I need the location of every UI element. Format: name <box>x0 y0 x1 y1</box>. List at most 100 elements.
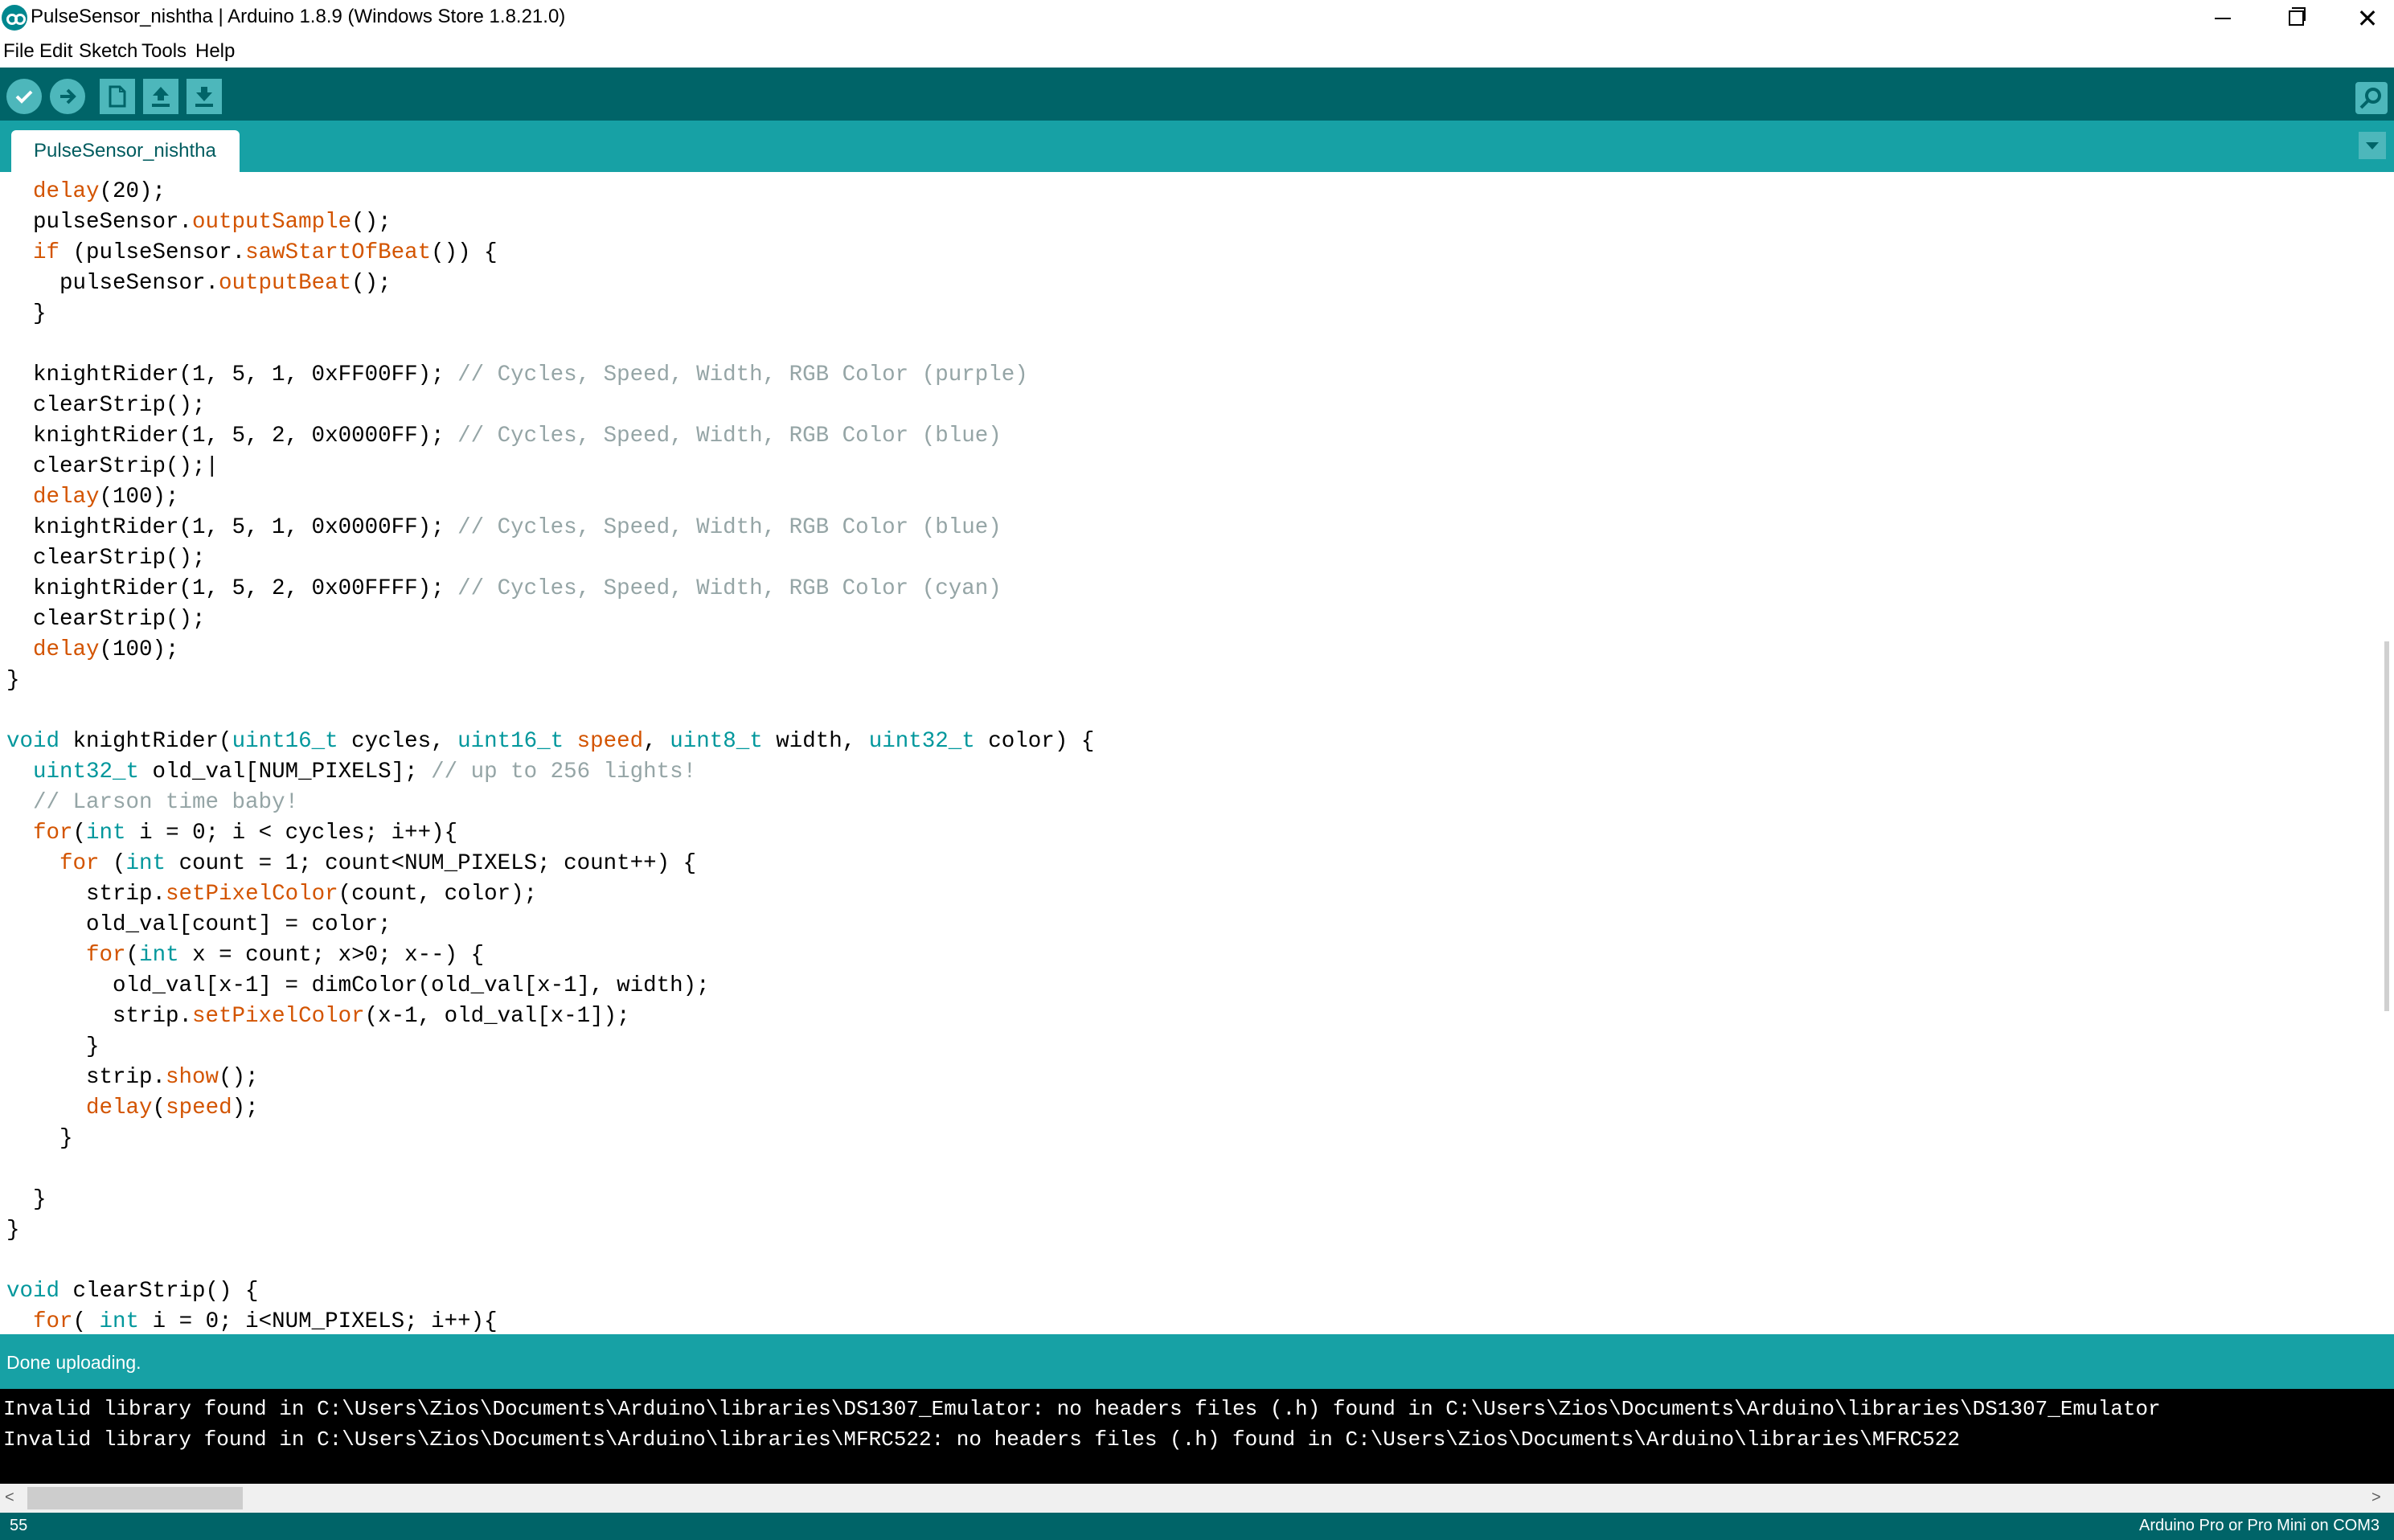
scroll-right-icon[interactable]: > <box>2371 1489 2381 1507</box>
code-token: count = 1; count<NUM_PIXELS; count++) { <box>166 851 697 876</box>
code-line[interactable]: for(int i = 0; i < cycles; i++){ <box>6 818 1094 849</box>
code-line[interactable]: knightRider(1, 5, 1, 0x0000FF); // Cycle… <box>6 513 1094 543</box>
code-token: void <box>6 729 60 754</box>
console-horizontal-scrollbar[interactable]: < > <box>0 1484 2394 1513</box>
code-token: (20); <box>99 179 166 204</box>
code-token: old_val[NUM_PIXELS]; <box>139 760 432 784</box>
upload-button[interactable] <box>50 79 85 114</box>
verify-button[interactable] <box>6 79 42 114</box>
code-line[interactable] <box>6 330 1094 360</box>
code-token: setPixelColor <box>192 1004 365 1029</box>
code-token: delay <box>33 485 100 510</box>
code-token: for <box>33 1309 73 1334</box>
code-token: , <box>643 729 670 754</box>
save-button[interactable] <box>187 79 222 114</box>
scroll-left-icon[interactable]: < <box>5 1489 14 1507</box>
code-line[interactable]: knightRider(1, 5, 2, 0x0000FF); // Cycle… <box>6 421 1094 452</box>
code-line[interactable]: clearStrip();| <box>6 452 1094 482</box>
status-bar: Done uploading. <box>0 1334 2394 1389</box>
code-token: sawStartOfBeat <box>245 240 432 265</box>
code-line[interactable]: pulseSensor.outputBeat(); <box>6 268 1094 299</box>
code-token: // Cycles, Speed, Width, RGB Color (blue… <box>457 515 1002 540</box>
code-line[interactable]: delay(100); <box>6 482 1094 513</box>
code-line[interactable]: void clearStrip() { <box>6 1276 1094 1307</box>
menu-tools[interactable]: Tools <box>141 40 187 63</box>
code-line[interactable]: delay(20); <box>6 177 1094 207</box>
new-button[interactable] <box>100 79 135 114</box>
code-line[interactable]: } <box>6 299 1094 330</box>
code-token: ( <box>99 851 126 876</box>
menu-sketch[interactable]: Sketch <box>79 40 137 63</box>
code-line[interactable]: old_val[count] = color; <box>6 910 1094 940</box>
code-line[interactable]: } <box>6 1185 1094 1215</box>
code-token: } <box>6 1187 47 1212</box>
code-token: strip. <box>6 1065 166 1090</box>
code-line[interactable]: // Larson time baby! <box>6 788 1094 818</box>
code-line[interactable]: clearStrip(); <box>6 604 1094 635</box>
code-line[interactable] <box>6 1246 1094 1276</box>
code-token: void <box>6 1279 60 1304</box>
upload-icon <box>60 88 76 104</box>
code-line[interactable]: old_val[x-1] = dimColor(old_val[x-1], wi… <box>6 971 1094 1001</box>
code-token: } <box>6 1126 73 1151</box>
chevron-down-icon <box>2366 142 2379 149</box>
code-line[interactable]: delay(speed); <box>6 1093 1094 1124</box>
code-line[interactable]: strip.setPixelColor(count, color); <box>6 879 1094 910</box>
code-line[interactable] <box>6 696 1094 727</box>
code-line[interactable]: } <box>6 1032 1094 1063</box>
code-line[interactable]: knightRider(1, 5, 1, 0xFF00FF); // Cycle… <box>6 360 1094 391</box>
code-line[interactable]: for(int x = count; x>0; x--) { <box>6 940 1094 971</box>
menu-help[interactable]: Help <box>195 40 235 63</box>
tab-pulsesensor[interactable]: PulseSensor_nishtha <box>11 130 240 172</box>
code-line[interactable]: void knightRider(uint16_t cycles, uint16… <box>6 727 1094 757</box>
code-text[interactable]: delay(20); pulseSensor.outputSample(); i… <box>6 177 1094 1334</box>
code-line[interactable]: for( int i = 0; i<NUM_PIXELS; i++){ <box>6 1307 1094 1334</box>
code-token: x = count; x>0; x--) { <box>178 943 485 968</box>
tab-menu-button[interactable] <box>2359 132 2386 159</box>
code-line[interactable]: } <box>6 666 1094 696</box>
menu-edit[interactable]: Edit <box>39 40 72 63</box>
code-line[interactable]: clearStrip(); <box>6 543 1094 574</box>
code-editor[interactable]: delay(20); pulseSensor.outputSample(); i… <box>0 172 2394 1334</box>
arduino-logo-icon <box>2 5 27 31</box>
editor-scrollbar[interactable] <box>2384 641 2389 1011</box>
code-line[interactable]: uint32_t old_val[NUM_PIXELS]; // up to 2… <box>6 757 1094 788</box>
code-line[interactable]: } <box>6 1124 1094 1154</box>
code-token: uint16_t <box>457 729 564 754</box>
code-line[interactable]: delay(100); <box>6 635 1094 666</box>
tab-bar: PulseSensor_nishtha <box>0 121 2394 172</box>
code-token: knightRider(1, 5, 1, 0x0000FF); <box>6 515 458 540</box>
code-token: delay <box>86 1096 153 1120</box>
code-token: knightRider(1, 5, 2, 0x00FFFF); <box>6 576 458 601</box>
code-token: uint16_t <box>232 729 338 754</box>
code-token: i = 0; i<NUM_PIXELS; i++){ <box>139 1309 498 1334</box>
restore-button[interactable] <box>2259 0 2331 37</box>
code-token: int <box>125 851 166 876</box>
close-button[interactable]: ✕ <box>2331 0 2394 37</box>
code-token: ( <box>152 1096 166 1120</box>
code-line[interactable]: knightRider(1, 5, 2, 0x00FFFF); // Cycle… <box>6 574 1094 604</box>
code-token: // Larson time baby! <box>33 790 299 815</box>
code-line[interactable]: pulseSensor.outputSample(); <box>6 207 1094 238</box>
open-button[interactable] <box>143 79 178 114</box>
code-token: } <box>6 668 20 693</box>
menu-file[interactable]: File <box>3 40 35 63</box>
restore-icon <box>2289 10 2304 26</box>
scroll-thumb[interactable] <box>27 1487 243 1509</box>
code-token: knightRider( <box>59 729 232 754</box>
code-line[interactable]: strip.setPixelColor(x-1, old_val[x-1]); <box>6 1001 1094 1032</box>
code-line[interactable]: if (pulseSensor.sawStartOfBeat()) { <box>6 238 1094 268</box>
code-token: for <box>33 821 73 846</box>
code-line[interactable]: } <box>6 1215 1094 1246</box>
minimize-button[interactable] <box>2187 0 2259 37</box>
code-line[interactable] <box>6 1154 1094 1185</box>
code-line[interactable]: clearStrip(); <box>6 391 1094 421</box>
code-token: old_val[count] = color; <box>6 912 391 937</box>
code-token: ( <box>125 943 140 968</box>
code-line[interactable]: strip.show(); <box>6 1063 1094 1093</box>
code-line[interactable]: for (int count = 1; count<NUM_PIXELS; co… <box>6 849 1094 879</box>
serial-monitor-button[interactable] <box>2355 82 2388 114</box>
